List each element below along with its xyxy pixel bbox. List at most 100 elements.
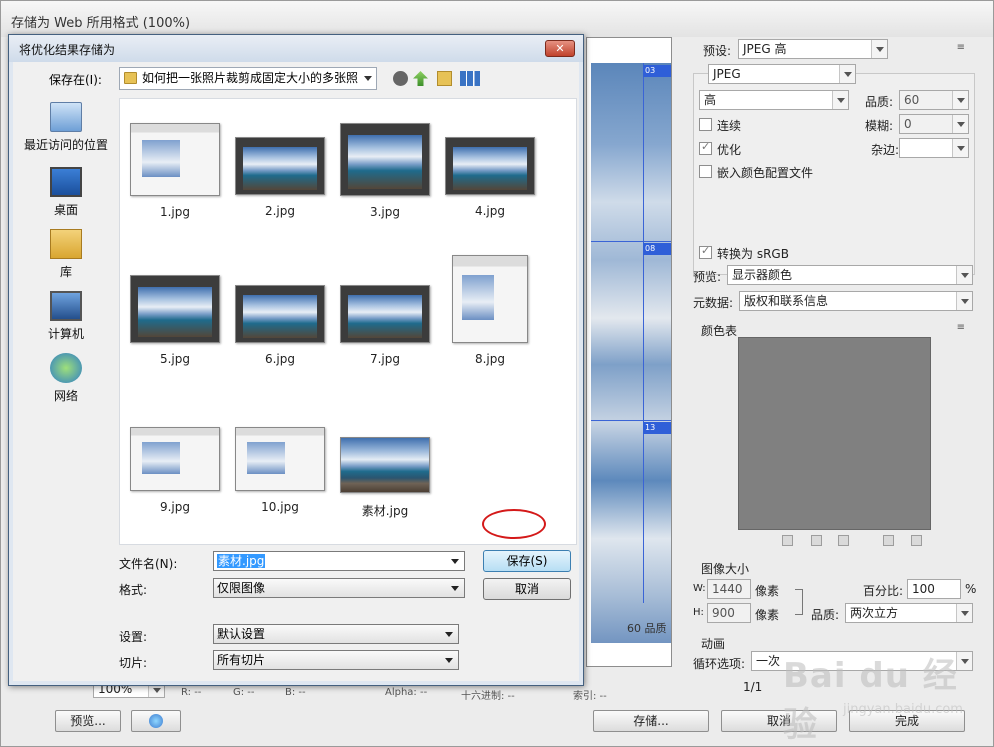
window-titlebar: 存储为 Web 所用格式 (100%) <box>1 1 993 37</box>
slice-tag[interactable]: 08 <box>643 243 671 255</box>
computer-icon <box>50 291 82 321</box>
width-label: W: <box>693 583 706 594</box>
file-item[interactable]: 9.jpg <box>127 427 223 514</box>
animation-label: 动画 <box>701 637 726 651</box>
quality-input[interactable]: 60 <box>899 90 969 110</box>
place-computer[interactable]: 计算机 <box>17 291 115 342</box>
progressive-checkbox[interactable] <box>699 118 712 131</box>
save-optimized-dialog: 将优化结果存储为 ✕ 保存在(I): 如何把一张照片裁剪成固定大小的多张照 最近… <box>8 34 584 686</box>
file-item[interactable]: 1.jpg <box>127 123 223 219</box>
place-libraries[interactable]: 库 <box>17 229 115 280</box>
chevron-down-icon <box>952 139 968 157</box>
slice-line <box>591 420 671 421</box>
file-item[interactable]: 素材.jpg <box>337 437 433 519</box>
preview-image: 03 08 13 <box>591 63 671 643</box>
file-item[interactable]: 10.jpg <box>232 427 328 514</box>
map-color-icon[interactable] <box>782 535 793 546</box>
preset-value: JPEG 高 <box>743 42 787 56</box>
file-item[interactable]: 4.jpg <box>442 137 538 218</box>
filename-label: 文件名(N): <box>119 557 178 571</box>
width-value: 1440 <box>712 582 743 596</box>
browser-select-button[interactable] <box>131 710 181 732</box>
optimized-preview[interactable]: 03 08 13 60 品质 <box>586 37 672 667</box>
file-thumbnail <box>340 285 430 343</box>
file-item[interactable]: 8.jpg <box>442 255 538 366</box>
convert-srgb-label: 转换为 sRGB <box>717 247 789 261</box>
preview-in-browser-button[interactable]: 预览... <box>55 710 121 732</box>
preview-label: 预览: <box>693 270 722 284</box>
panel-menu-icon[interactable]: ≡ <box>957 322 965 333</box>
save-button[interactable]: 存储... <box>593 710 709 732</box>
place-label: 桌面 <box>53 203 78 217</box>
metadata-select[interactable]: 版权和联系信息 <box>739 291 973 311</box>
color-table[interactable] <box>738 337 931 530</box>
convert-srgb-checkbox[interactable] <box>699 244 712 259</box>
library-icon <box>50 229 82 259</box>
dialog-cancel-button[interactable]: 取消 <box>483 578 571 600</box>
recent-places-icon <box>50 102 82 132</box>
file-item[interactable]: 5.jpg <box>127 275 223 366</box>
file-thumbnail <box>452 255 528 343</box>
back-icon[interactable] <box>393 71 408 86</box>
place-recent[interactable]: 最近访问的位置 <box>17 102 115 153</box>
slice-line <box>591 241 671 242</box>
matte-label: 杂边: <box>871 143 900 157</box>
filename-input[interactable]: 素材.jpg <box>213 551 465 571</box>
format-select[interactable]: JPEG <box>708 64 856 84</box>
save-in-label: 保存在(I): <box>49 73 102 87</box>
metadata-label: 元数据: <box>693 296 734 310</box>
slice-tag[interactable]: 13 <box>643 422 671 434</box>
slice-line <box>643 63 644 603</box>
chevron-down-icon <box>956 292 972 310</box>
height-input[interactable]: 900 <box>707 603 751 623</box>
matte-select[interactable] <box>899 138 969 158</box>
settings-select[interactable]: 默认设置 <box>213 624 459 644</box>
save-in-select[interactable]: 如何把一张照片裁剪成固定大小的多张照 <box>119 67 377 90</box>
resample-select[interactable]: 两次立方 <box>845 603 973 623</box>
place-desktop[interactable]: 桌面 <box>17 167 115 218</box>
new-color-icon[interactable] <box>883 535 894 546</box>
file-list[interactable]: 1.jpg 2.jpg 3.jpg 4.jpg 5.jpg 6.jpg 7.jp… <box>119 98 577 545</box>
color-table-label: 颜色表 <box>701 324 738 338</box>
view-menu-icon[interactable] <box>460 71 480 86</box>
blur-input[interactable]: 0 <box>899 114 969 134</box>
dialog-save-button[interactable]: 保存(S) <box>483 550 571 572</box>
status-index: 索引: -- <box>573 691 607 702</box>
progressive-label: 连续 <box>717 119 742 133</box>
chevron-down-icon <box>871 40 887 58</box>
new-folder-icon[interactable] <box>437 71 452 86</box>
highlight-circle <box>482 509 546 539</box>
trash-icon[interactable] <box>911 535 922 546</box>
optimize-settings-panel: 预设: JPEG 高 ≡ JPEG 高 品质: 60 连续 模糊: 0 优化 杂… <box>683 37 983 707</box>
percent-input[interactable]: 100 <box>907 579 961 599</box>
place-network[interactable]: 网络 <box>17 353 115 404</box>
link-proportion-icon[interactable] <box>795 589 803 615</box>
preview-select[interactable]: 显示器颜色 <box>727 265 973 285</box>
file-item[interactable]: 3.jpg <box>337 123 433 219</box>
lock-color-icon[interactable] <box>838 535 849 546</box>
file-name: 7.jpg <box>369 352 401 366</box>
quality-preset-select[interactable]: 高 <box>699 90 849 110</box>
resample-value: 两次立方 <box>850 606 899 620</box>
preview-value: 显示器颜色 <box>732 268 793 282</box>
slices-select[interactable]: 所有切片 <box>213 650 459 670</box>
close-button[interactable]: ✕ <box>545 40 575 57</box>
status-b: B: -- <box>285 687 306 698</box>
file-item[interactable]: 2.jpg <box>232 137 328 218</box>
format-value: 仅限图像 <box>217 581 266 595</box>
file-item[interactable]: 6.jpg <box>232 285 328 366</box>
up-folder-icon[interactable] <box>413 71 428 86</box>
web-shift-icon[interactable] <box>811 535 822 546</box>
preset-select[interactable]: JPEG 高 <box>738 39 888 59</box>
file-thumbnail <box>340 437 430 493</box>
file-name: 1.jpg <box>159 205 191 219</box>
slice-tag[interactable]: 03 <box>643 65 671 77</box>
file-item[interactable]: 7.jpg <box>337 285 433 366</box>
chevron-down-icon <box>956 604 972 622</box>
optimized-checkbox[interactable] <box>699 140 712 155</box>
panel-menu-icon[interactable]: ≡ <box>957 42 965 53</box>
file-thumbnail <box>130 275 220 343</box>
width-input[interactable]: 1440 <box>707 579 751 599</box>
format-select[interactable]: 仅限图像 <box>213 578 465 598</box>
embed-profile-checkbox[interactable] <box>699 165 712 178</box>
